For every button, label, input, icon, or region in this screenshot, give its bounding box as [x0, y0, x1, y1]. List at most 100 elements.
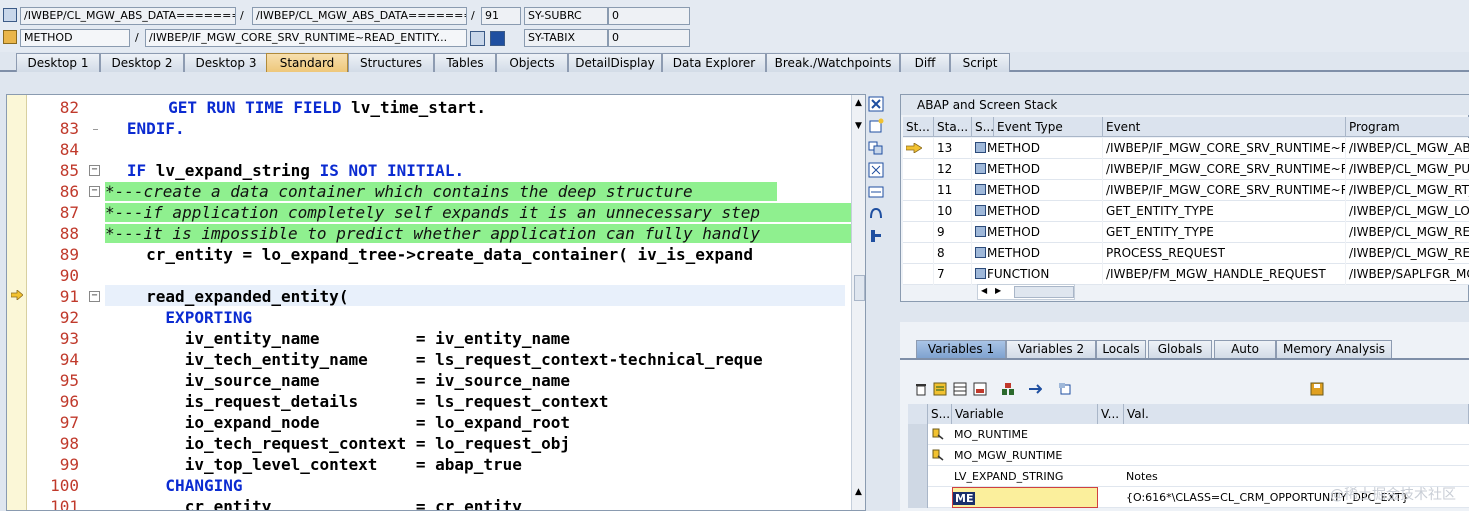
maximize-icon[interactable] — [868, 162, 884, 178]
swap-tool-icon[interactable] — [868, 140, 884, 156]
fold-toggle-icon[interactable]: − — [89, 291, 100, 302]
sysvar-value-field[interactable]: 0 — [608, 7, 690, 25]
line-number-field[interactable]: 91 — [481, 7, 521, 25]
code-line[interactable]: iv_top_level_context = abap_true — [127, 454, 522, 475]
table-icon[interactable] — [953, 382, 967, 396]
variable-name[interactable]: LV_EXPAND_STRING — [952, 466, 1098, 487]
variable-name[interactable]: MO_MGW_RUNTIME — [952, 445, 1098, 466]
column-header[interactable]: Variable — [952, 404, 1098, 424]
code-line[interactable]: iv_source_name = iv_source_name — [127, 370, 570, 391]
tab-structures[interactable]: Structures — [348, 53, 434, 72]
row-selector[interactable] — [908, 424, 928, 445]
code-line[interactable]: is_request_details = ls_request_context — [127, 391, 609, 412]
variable-value[interactable] — [1124, 445, 1469, 466]
code-line[interactable]: GET RUN TIME FIELD lv_time_start. — [149, 97, 486, 118]
new-tool-icon[interactable] — [868, 118, 884, 134]
tab-variables-1[interactable]: Variables 1 — [916, 340, 1006, 358]
code-line[interactable]: CHANGING — [127, 475, 242, 496]
tab-auto[interactable]: Auto — [1214, 340, 1276, 358]
column-header[interactable]: Event — [1103, 117, 1346, 137]
code-line[interactable]: iv_tech_entity_name = ls_request_context… — [127, 349, 763, 370]
event-field[interactable]: /IWBEP/IF_MGW_CORE_SRV_RUNTIME~READ_ENTI… — [145, 29, 467, 47]
code-line[interactable]: IF lv_expand_string IS NOT INITIAL. — [127, 160, 464, 181]
code-line[interactable]: iv_entity_name = iv_entity_name — [127, 328, 570, 349]
tab-data-explorer[interactable]: Data Explorer — [662, 53, 766, 72]
tab-globals[interactable]: Globals — [1148, 340, 1212, 358]
fold-toggle-icon[interactable]: − — [89, 165, 100, 176]
variable-name[interactable]: MO_RUNTIME — [952, 424, 1098, 445]
code-line[interactable]: EXPORTING — [127, 307, 252, 328]
tab-standard[interactable]: Standard — [266, 53, 348, 72]
row-selector[interactable] — [908, 445, 928, 466]
save-icon[interactable] — [1310, 382, 1324, 396]
column-header[interactable]: Program — [1346, 117, 1469, 137]
tab-locals[interactable]: Locals — [1096, 340, 1146, 358]
info-icon[interactable] — [490, 31, 505, 46]
tab-diff[interactable]: Diff — [900, 53, 950, 72]
column-header[interactable]: Event Type — [994, 117, 1103, 137]
column-header[interactable]: Val. — [1124, 404, 1469, 424]
row-selector[interactable] — [908, 466, 928, 487]
scroll-right-icon[interactable]: ▶ — [995, 286, 1001, 295]
scroll-up-icon[interactable]: ▲ — [855, 98, 862, 108]
tab-objects[interactable]: Objects — [496, 53, 568, 72]
variable-row[interactable]: MO_MGW_RUNTIME — [908, 445, 1469, 466]
code-line[interactable]: read_expanded_entity( — [127, 286, 348, 307]
settings-tool-icon[interactable] — [868, 228, 884, 244]
column-header[interactable]: St... — [903, 117, 934, 137]
code-line[interactable]: *---it is impossible to predict whether … — [105, 223, 760, 244]
stack-horizontal-scrollbar[interactable]: ◀ ▶ — [977, 284, 1075, 300]
close-icon[interactable] — [868, 96, 884, 112]
code-line[interactable]: *---create a data container which contai… — [105, 181, 693, 202]
stack-row[interactable]: 7 FUNCTION/IWBEP/FM_MGW_HANDLE_REQUEST/IW… — [903, 264, 1469, 285]
column-header[interactable]: S... — [972, 117, 994, 137]
code-vertical-scrollbar[interactable]: ▲ ▼ ▲ — [851, 95, 865, 510]
column-header[interactable]: Sta... — [934, 117, 972, 137]
scroll-left-icon[interactable]: ◀ — [981, 286, 987, 295]
scroll-thumb[interactable] — [854, 275, 865, 301]
scroll-thumb[interactable] — [1014, 286, 1074, 298]
copy-icon[interactable] — [1058, 382, 1072, 396]
include-field[interactable]: /IWBEP/CL_MGW_ABS_DATA======= — [252, 7, 467, 25]
stack-row[interactable]: 10 METHOD GET_ENTITY_TYPE/IWBEP/CL_MGW_LOC — [903, 201, 1469, 222]
main-program-field[interactable]: /IWBEP/CL_MGW_ABS_DATA======= — [20, 7, 236, 25]
edit-icon[interactable] — [3, 30, 17, 44]
code-line[interactable]: *---if application completely self expan… — [105, 202, 760, 223]
scroll-down-icon[interactable]: ▼ — [855, 121, 862, 131]
stack-row[interactable]: 12 METHOD/IWBEP/IF_MGW_CORE_SRV_RUNTIME~R… — [903, 159, 1469, 180]
column-header[interactable]: V... — [1098, 404, 1124, 424]
code-line[interactable]: cr_entity = cr_entity — [127, 496, 522, 510]
code-line[interactable]: cr_entity = lo_expand_tree->create_data_… — [127, 244, 753, 265]
code-line[interactable]: io_expand_node = lo_expand_root — [127, 412, 570, 433]
tab-memory-analysis[interactable]: Memory Analysis — [1276, 340, 1392, 358]
service-icon[interactable] — [868, 206, 884, 222]
tab-variables-2[interactable]: Variables 2 — [1006, 340, 1096, 358]
tab-desktop-3[interactable]: Desktop 3 — [184, 53, 268, 72]
stack-row[interactable]: 11 METHOD/IWBEP/IF_MGW_CORE_SRV_RUNTIME~R… — [903, 180, 1469, 201]
row-selector[interactable] — [908, 487, 928, 508]
breakpoint-gutter[interactable] — [7, 95, 27, 510]
navigate-icon[interactable] — [470, 31, 485, 46]
variable-name[interactable]: ME — [952, 487, 1098, 508]
resize-icon[interactable] — [868, 184, 884, 200]
tab-breakpoints[interactable]: Break./Watchpoints — [766, 53, 900, 72]
fold-toggle-icon[interactable]: − — [89, 186, 100, 197]
tab-detaildisplay[interactable]: DetailDisplay — [568, 53, 662, 72]
code-line[interactable]: ENDIF. — [127, 118, 185, 139]
transfer-icon[interactable] — [1028, 382, 1043, 396]
tab-script[interactable]: Script — [950, 53, 1010, 72]
sysvar2-name-field[interactable]: SY-TABIX — [524, 29, 608, 47]
source-code-editor[interactable]: 82 GET RUN TIME FIELD lv_time_start. 83 EN… — [6, 94, 866, 511]
tab-desktop-1[interactable]: Desktop 1 — [16, 53, 100, 72]
detail-icon[interactable] — [933, 382, 947, 396]
export-icon[interactable] — [973, 382, 987, 396]
scroll-up-icon[interactable]: ▲ — [855, 487, 862, 497]
tab-tables[interactable]: Tables — [434, 53, 496, 72]
tab-desktop-2[interactable]: Desktop 2 — [100, 53, 184, 72]
column-header[interactable]: S... — [928, 404, 952, 424]
variable-row[interactable]: MO_RUNTIME — [908, 424, 1469, 445]
stack-row[interactable]: 13 METHOD/IWBEP/IF_MGW_CORE_SRV_RUNTIME~R… — [903, 138, 1469, 159]
program-icon[interactable] — [3, 8, 17, 22]
structure-icon[interactable] — [1001, 382, 1015, 396]
delete-icon[interactable] — [914, 382, 928, 396]
